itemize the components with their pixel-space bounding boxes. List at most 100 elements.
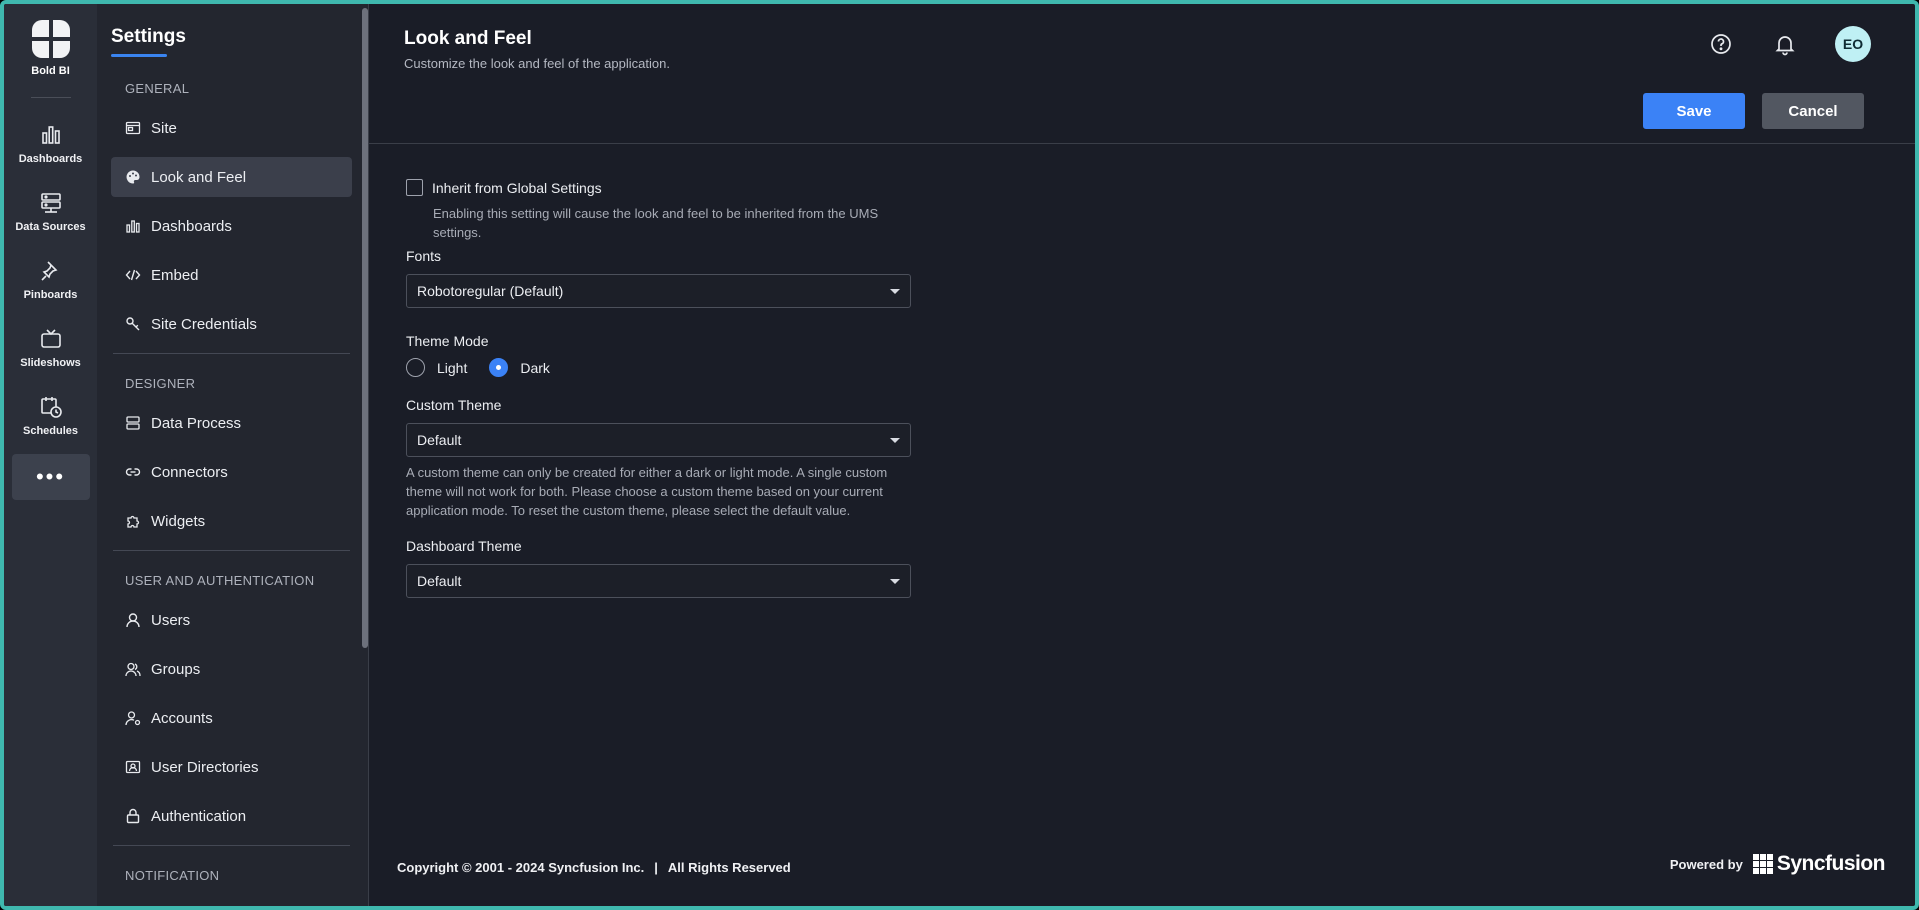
theme-dark-label: Dark (520, 359, 550, 376)
nav-item-label: User Directories (151, 758, 259, 776)
save-button[interactable]: Save (1643, 93, 1745, 129)
dashboard-theme-value: Default (417, 573, 462, 589)
nav-item-users[interactable]: Users (111, 600, 352, 640)
theme-dark-radio[interactable]: Dark (489, 358, 550, 377)
nav-item-label: Groups (151, 660, 201, 678)
footer-powered-by: Powered by Syncfusion (1669, 852, 1886, 876)
cancel-button[interactable]: Cancel (1762, 93, 1864, 129)
rail-item-data-sources[interactable]: Data Sources (12, 178, 90, 246)
nav-item-user-directories[interactable]: User Directories (111, 747, 352, 787)
nav-item-label: Site Credentials (151, 315, 257, 333)
look-and-feel-form: Inherit from Global Settings Enabling th… (406, 179, 911, 598)
nav-item-label: Connectors (151, 463, 228, 481)
copyright-text: Copyright © 2001 - 2024 Syncfusion Inc. (397, 860, 645, 875)
nav-item-label: Dashboards (151, 217, 232, 235)
panel-title: Settings (111, 26, 186, 47)
rail-item-dashboards[interactable]: Dashboards (12, 110, 90, 178)
nav-item-widgets[interactable]: Widgets (111, 501, 352, 541)
custom-theme-select[interactable]: Default (406, 423, 911, 457)
custom-theme-value: Default (417, 432, 462, 448)
panel-divider (113, 353, 350, 354)
fonts-label: Fonts (406, 248, 442, 264)
inherit-label: Inherit from Global Settings (432, 179, 602, 196)
app-window: Bold BI Dashboards Data Sources Pinboard… (0, 0, 1919, 910)
rail-divider (30, 97, 71, 98)
user-icon (125, 612, 141, 628)
rail-item-label: Slideshows (20, 357, 81, 369)
syncfusion-logo-icon (1752, 854, 1773, 874)
bar-chart-icon (41, 126, 60, 144)
panel-divider (113, 550, 350, 551)
settings-panel: Settings GENERAL Site Look and Feel Dash… (97, 4, 369, 906)
footer-separator: | (654, 860, 658, 875)
syncfusion-logo[interactable]: Syncfusion (1752, 852, 1886, 876)
dashboard-theme-select[interactable]: Default (406, 564, 911, 598)
page-title: Look and Feel (404, 28, 532, 49)
nav-item-connectors[interactable]: Connectors (111, 452, 352, 492)
nav-item-authentication[interactable]: Authentication (111, 796, 352, 836)
group-label-notification: NOTIFICATION (125, 868, 220, 883)
nav-item-label: Embed (151, 266, 199, 284)
puzzle-icon (125, 513, 141, 529)
nav-item-label: Users (151, 611, 191, 629)
nav-item-dashboards[interactable]: Dashboards (111, 206, 352, 246)
group-label-user-auth: USER AND AUTHENTICATION (125, 573, 315, 588)
help-icon (1711, 34, 1731, 54)
database-icon (125, 415, 141, 431)
fonts-select[interactable]: Robotoregular (Default) (406, 274, 911, 308)
rail-item-pinboards[interactable]: Pinboards (12, 246, 90, 314)
rail-item-schedules[interactable]: Schedules (12, 382, 90, 450)
brand[interactable]: Bold BI (31, 20, 70, 77)
group-label-designer: DESIGNER (125, 376, 196, 391)
rail-item-label: Data Sources (15, 221, 86, 233)
theme-mode-label: Theme Mode (406, 333, 489, 349)
nav-item-label: Widgets (151, 512, 206, 530)
panel-divider (113, 845, 350, 846)
key-icon (125, 316, 141, 332)
rail-item-slideshows[interactable]: Slideshows (12, 314, 90, 382)
custom-theme-label: Custom Theme (406, 397, 502, 413)
footer-copyright: Copyright © 2001 - 2024 Syncfusion Inc. |… (397, 860, 791, 875)
server-icon (40, 193, 61, 213)
calendar-clock-icon (40, 397, 62, 418)
more-menu-button[interactable]: ••• (11, 454, 90, 500)
inherit-checkbox[interactable] (406, 179, 423, 196)
nav-item-embed[interactable]: Embed (111, 255, 352, 295)
notifications-button[interactable] (1771, 30, 1799, 58)
brand-label: Bold BI (31, 65, 70, 77)
nav-item-site-credentials[interactable]: Site Credentials (111, 304, 352, 344)
chevron-down-icon (890, 578, 900, 584)
custom-theme-help-text: A custom theme can only be created for e… (406, 465, 888, 518)
radio-selected-icon (489, 358, 509, 377)
lock-icon (125, 808, 141, 824)
nav-item-look-and-feel[interactable]: Look and Feel (111, 157, 352, 197)
panel-title-underline (111, 54, 167, 57)
syncfusion-brand-text: Syncfusion (1776, 852, 1886, 875)
nav-item-groups[interactable]: Groups (111, 649, 352, 689)
nav-item-data-process[interactable]: Data Process (111, 403, 352, 443)
code-icon (125, 267, 141, 283)
nav-item-site[interactable]: Site (111, 108, 352, 148)
panel-scrollbar[interactable] (362, 8, 368, 648)
bell-icon (1775, 36, 1795, 56)
top-toolbar: EO (1707, 26, 1871, 62)
contact-card-icon (125, 759, 141, 775)
nav-item-label: Site (151, 119, 177, 137)
theme-light-radio[interactable]: Light (406, 358, 467, 377)
group-label-general: GENERAL (125, 81, 190, 96)
avatar[interactable]: EO (1835, 26, 1871, 62)
help-button[interactable] (1707, 30, 1735, 58)
bold-bi-logo-icon (31, 20, 70, 58)
rail-item-label: Dashboards (18, 153, 83, 165)
dashboard-theme-label: Dashboard Theme (406, 538, 522, 554)
theme-mode-radio-group: Light Dark (406, 358, 911, 377)
powered-by-text: Powered by (1669, 856, 1743, 872)
nav-item-accounts[interactable]: Accounts (111, 698, 352, 738)
action-bar: Save Cancel (1643, 93, 1864, 129)
page-subtitle: Customize the look and feel of the appli… (404, 56, 670, 71)
rail-item-label: Pinboards (23, 289, 78, 301)
main-content: Look and Feel Customize the look and fee… (369, 4, 1915, 906)
tv-icon (40, 329, 61, 348)
nav-item-label: Accounts (151, 709, 213, 727)
inherit-checkbox-row[interactable]: Inherit from Global Settings (406, 179, 911, 196)
